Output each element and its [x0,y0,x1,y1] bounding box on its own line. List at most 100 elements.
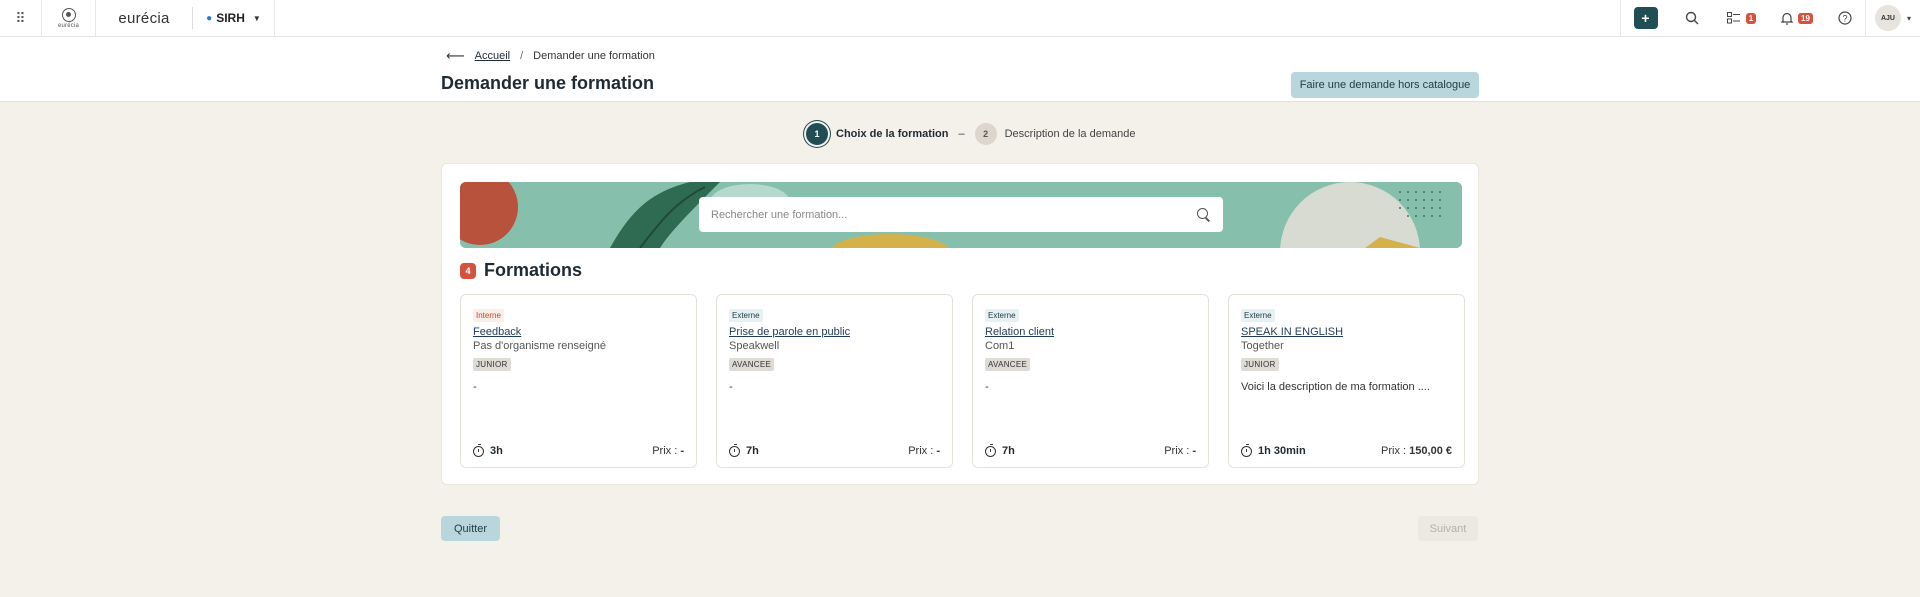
tasks-button[interactable]: 1 [1714,0,1769,37]
price-label: Prix : [1381,445,1407,457]
logo-mark-icon [61,7,76,22]
formation-organism: Pas d'organisme renseigné [473,340,606,352]
svg-text:?: ? [1842,14,1847,24]
step-separator: – [958,128,965,140]
logo-text: eurécia [57,22,80,29]
breadcrumb-home-link[interactable]: Accueil [475,50,510,62]
price-value: - [936,445,940,457]
help-icon[interactable]: ? [1825,0,1865,37]
step-2-label: Description de la demande [1004,128,1136,140]
formations-list: Interne Feedback Pas d'organisme renseig… [460,294,1465,468]
stepper: 1 Choix de la formation – 2 Description … [806,123,1135,145]
module-selector[interactable]: ● SIRH ▼ [193,0,275,37]
formation-title-link[interactable]: Prise de parole en public [729,326,940,338]
page-title: Demander une formation [441,73,655,93]
formations-count-badge: 4 [460,262,476,279]
formation-type-tag: Externe [1241,309,1275,322]
next-button[interactable]: Suivant [1418,516,1478,541]
formations-title: Formations [484,260,583,280]
stopwatch-icon [1241,443,1252,457]
duration-value: 7h [1002,445,1015,457]
price-label: Prix : [908,445,934,457]
formation-price: Prix : 150,00 € [1381,445,1452,457]
formation-organism: Together [1241,340,1284,352]
formation-description: - [985,381,989,393]
formation-price: Prix : - [1164,445,1196,457]
price-label: Prix : [1164,445,1190,457]
formation-footer: 7h Prix : - [985,443,1196,457]
top-bar: ⠿ eurécia eurécia ● SIRH ▼ + 1 19 ? AJU … [0,0,1920,37]
breadcrumb-separator: / [520,50,524,62]
formation-level-tag: AVANCEE [985,358,1031,371]
page-header: ⟵ Accueil / Demander une formation Deman… [0,37,1920,102]
duration-value: 3h [490,445,503,457]
formation-card[interactable]: Externe Relation client Com1 AVANCEE - 7… [972,294,1209,468]
quit-button[interactable]: Quitter [441,516,500,541]
brand-name: eurécia [118,9,170,27]
formation-level-tag: JUNIOR [473,358,511,371]
formation-duration: 3h [473,443,503,457]
module-label: SIRH [216,11,245,25]
search-input[interactable]: Rechercher une formation... [699,197,1223,232]
notifications-count-badge: 19 [1798,12,1813,24]
checklist-icon [1726,12,1740,24]
stopwatch-icon [473,443,484,457]
step-2-number: 2 [974,123,997,145]
stopwatch-icon [729,443,740,457]
stopwatch-icon [985,443,996,457]
formation-card[interactable]: Interne Feedback Pas d'organisme renseig… [460,294,697,468]
apps-grid-icon[interactable]: ⠿ [0,0,42,37]
formation-level-tag: JUNIOR [1241,358,1279,371]
search-icon[interactable] [1670,0,1714,37]
step-1-label: Choix de la formation [836,128,949,140]
add-button[interactable]: + [1620,0,1670,37]
hors-catalogue-button[interactable]: Faire une demande hors catalogue [1291,72,1479,98]
formation-duration: 1h 30min [1241,443,1306,457]
price-value: 150,00 € [1409,445,1452,457]
plus-icon: + [1633,7,1658,29]
formation-type-tag: Externe [985,309,1019,322]
price-value: - [680,445,684,457]
bell-icon [1781,12,1794,25]
price-label: Prix : [652,445,678,457]
formation-price: Prix : - [652,445,684,457]
formation-organism: Com1 [985,340,1015,352]
formation-footer: 7h Prix : - [729,443,940,457]
search-placeholder: Rechercher une formation... [711,208,848,221]
formation-price: Prix : - [908,445,940,457]
formation-card[interactable]: Externe SPEAK IN ENGLISH Together JUNIOR… [1228,294,1465,468]
formation-type-tag: Interne [473,309,504,322]
formation-card[interactable]: Externe Prise de parole en public Speakw… [716,294,953,468]
formation-title-link[interactable]: SPEAK IN ENGLISH [1241,326,1452,338]
formation-footer: 1h 30min Prix : 150,00 € [1241,443,1452,457]
search-banner: Rechercher une formation... [460,182,1462,248]
chevron-down-icon: ▾ [1906,13,1911,23]
formation-description: - [473,381,477,393]
duration-value: 1h 30min [1258,445,1306,457]
step-1-number: 1 [806,123,828,145]
formations-panel: Rechercher une formation... 4 Formations… [441,163,1479,485]
duration-value: 7h [746,445,759,457]
breadcrumb-current: Demander une formation [533,50,655,62]
formation-description: - [729,381,733,393]
price-value: - [1192,445,1196,457]
chevron-down-icon: ▼ [252,13,261,23]
formation-organism: Speakwell [729,340,780,352]
avatar: AJU [1874,5,1901,31]
formation-footer: 3h Prix : - [473,443,684,457]
formation-level-tag: AVANCEE [729,358,775,371]
formation-title-link[interactable]: Feedback [473,326,684,338]
search-icon[interactable] [1197,207,1211,222]
user-menu[interactable]: AJU ▾ [1865,0,1920,37]
formation-title-link[interactable]: Relation client [985,326,1196,338]
formation-duration: 7h [985,443,1015,457]
tasks-count-badge: 1 [1745,12,1757,24]
formation-description: Voici la description de ma formation ...… [1241,381,1430,393]
notifications-button[interactable]: 19 [1769,0,1825,37]
formation-type-tag: Externe [729,309,763,322]
brand-logo[interactable]: eurécia [42,0,96,37]
formations-header: 4 Formations [460,260,582,281]
formation-duration: 7h [729,443,759,457]
back-arrow-icon[interactable]: ⟵ [446,48,465,64]
drop-icon: ● [206,12,213,24]
